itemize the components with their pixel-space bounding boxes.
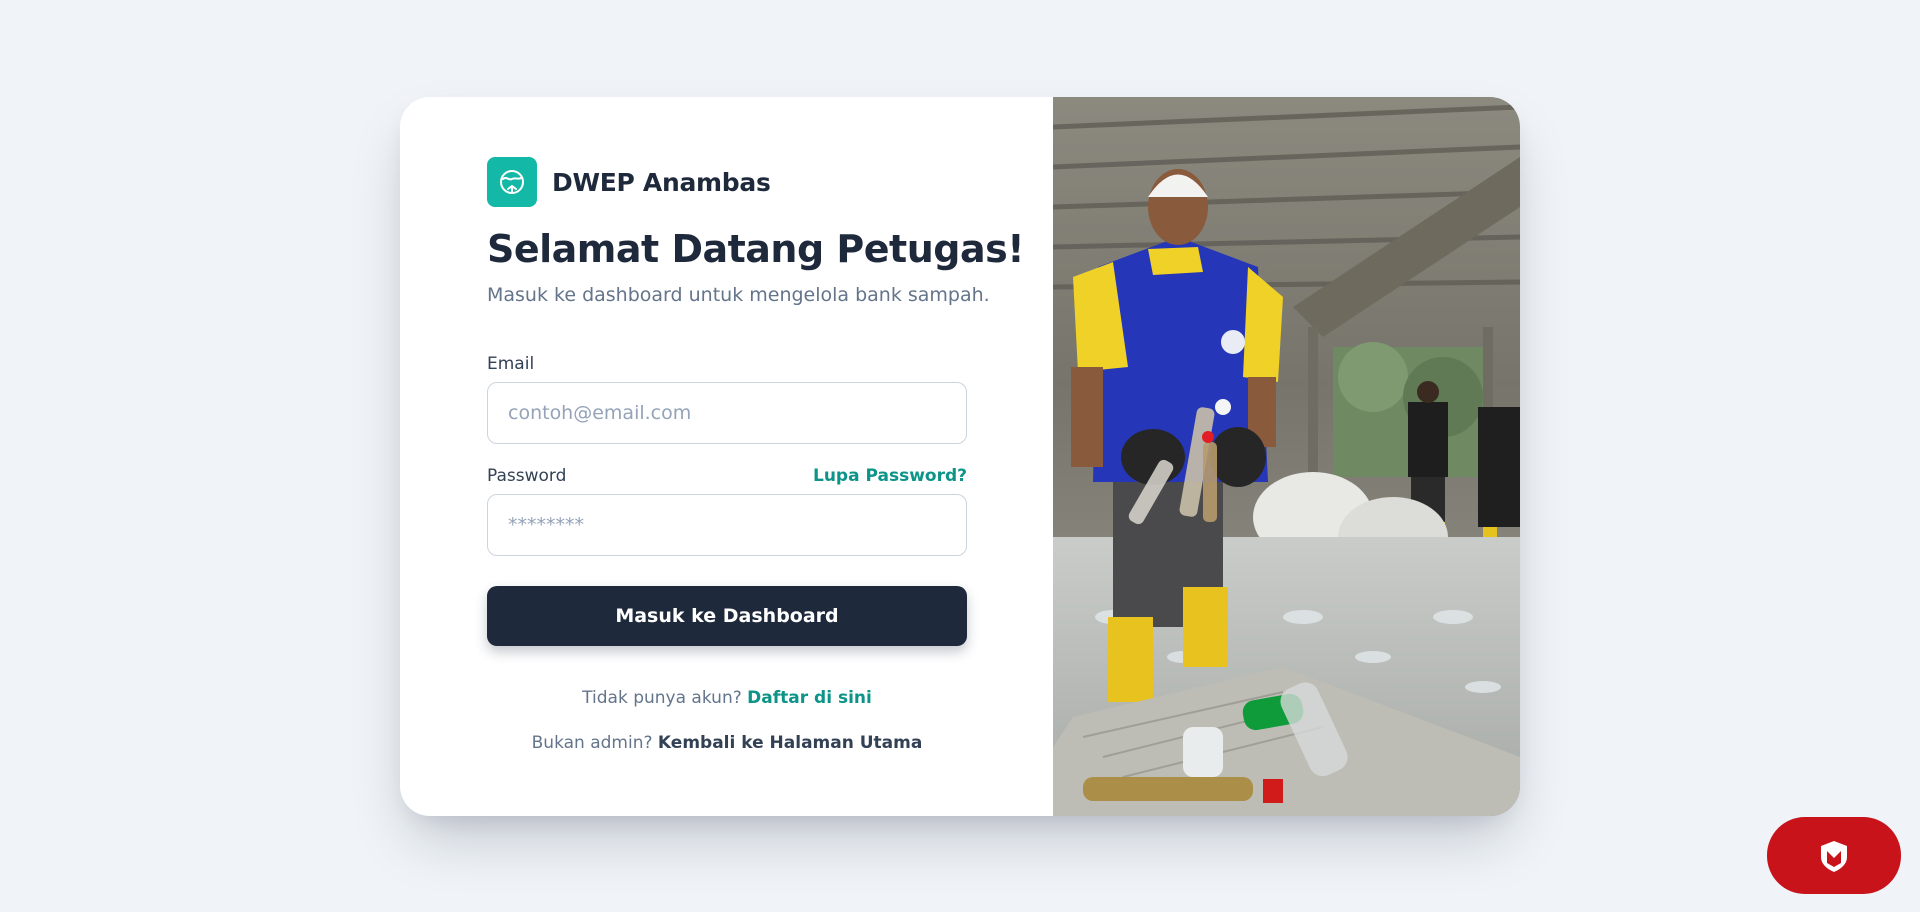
email-field[interactable] <box>487 382 967 444</box>
floating-security-button[interactable] <box>1767 817 1901 894</box>
brand-name: DWEP Anambas <box>552 167 771 197</box>
password-field[interactable] <box>487 494 967 556</box>
register-prompt: Tidak punya akun? Daftar di sini <box>487 688 967 708</box>
email-label: Email <box>487 354 535 374</box>
security-shield-icon <box>1815 837 1853 875</box>
register-link[interactable]: Daftar di sini <box>747 688 872 708</box>
login-panel: DWEP Anambas Selamat Datang Petugas! Mas… <box>400 97 1053 816</box>
page-title: Selamat Datang Petugas! <box>487 227 1025 271</box>
password-label: Password <box>487 466 567 486</box>
worker-sorting-plastic-bottles-photo <box>1053 97 1520 816</box>
login-card: DWEP Anambas Selamat Datang Petugas! Mas… <box>400 97 1520 816</box>
page-subtitle: Masuk ke dashboard untuk mengelola bank … <box>487 284 990 306</box>
register-prompt-text: Tidak punya akun? <box>582 688 742 708</box>
back-prompt: Bukan admin? Kembali ke Halaman Utama <box>487 733 967 753</box>
back-home-link[interactable]: Kembali ke Halaman Utama <box>658 733 922 753</box>
recycle-globe-icon <box>487 157 537 207</box>
forgot-password-link[interactable]: Lupa Password? <box>813 466 967 486</box>
back-prompt-text: Bukan admin? <box>531 733 653 753</box>
login-button[interactable]: Masuk ke Dashboard <box>487 586 967 646</box>
brand: DWEP Anambas <box>487 157 771 207</box>
